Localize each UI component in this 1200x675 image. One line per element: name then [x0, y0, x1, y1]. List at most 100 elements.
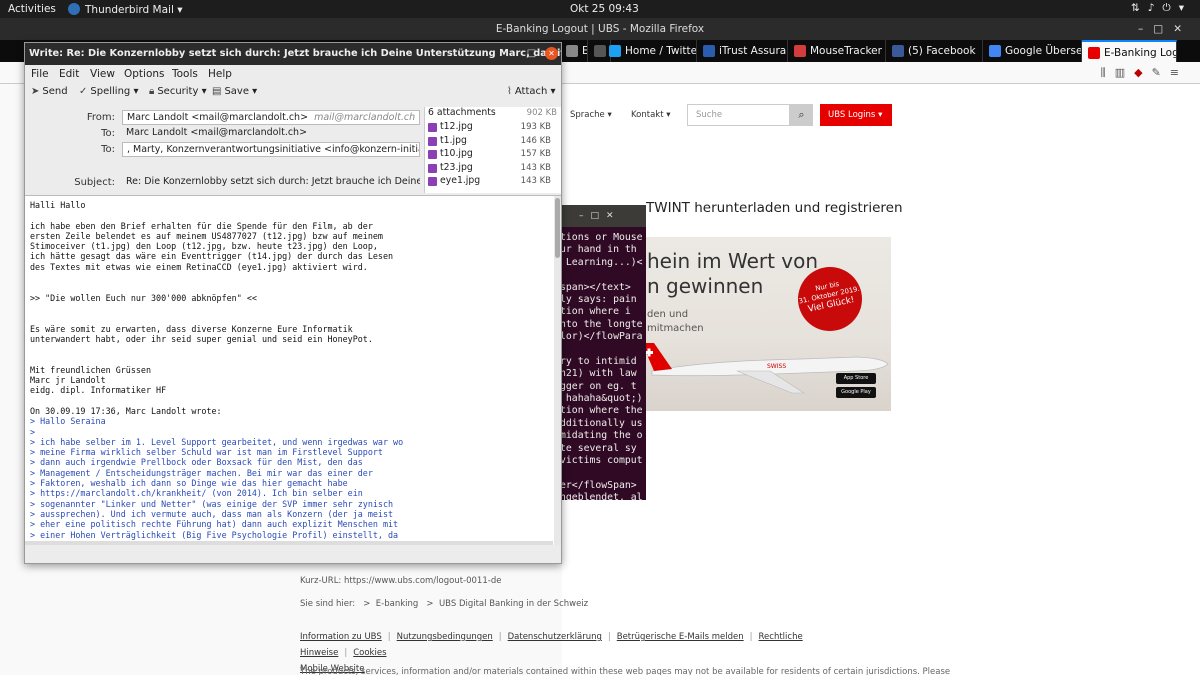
message-body-editor[interactable]: Halli Hallo ich habe eben den Brief erhal…: [25, 195, 561, 545]
lock-icon: 🔒︎: [149, 86, 155, 97]
attachment-size: 143 KB: [520, 162, 551, 173]
body-line: Stimoceiver (t1.jpg) den Loop (t12.jpg, …: [30, 241, 378, 252]
system-tray[interactable]: ⇅♪⏻▾: [1131, 2, 1192, 15]
search-input[interactable]: Suche: [687, 104, 790, 126]
quoted-line: > Management / Entscheidungsträger mache…: [30, 467, 373, 478]
attachment-header[interactable]: 6 attachments 902 KB: [425, 107, 561, 121]
store-badges[interactable]: App Store Google Play: [836, 373, 876, 401]
menu-item[interactable]: Help: [208, 68, 232, 80]
terminal-output[interactable]: tions or Mouse ur hand in th Learning...)…: [557, 227, 646, 500]
browser-tab[interactable]: EG: [560, 40, 588, 62]
library-icon[interactable]: ⫼: [1101, 66, 1115, 79]
nav-kontakt[interactable]: Kontakt ▾: [631, 110, 671, 120]
menu-item[interactable]: File: [31, 68, 49, 80]
minimize-icon[interactable]: –: [579, 211, 591, 221]
message-body-text[interactable]: Halli Hallo ich habe eben den Brief erhal…: [25, 196, 561, 545]
footer-link[interactable]: Betrügerische E-Mails melden: [617, 632, 744, 642]
attachment-item[interactable]: t23.jpg 143 KB: [425, 162, 561, 176]
footer-link[interactable]: Nutzungsbedingungen: [397, 632, 493, 642]
browser-tab[interactable]: E-Banking Logout: [1082, 40, 1177, 62]
menu-icon[interactable]: ≡: [1170, 66, 1188, 79]
terminal-window[interactable]: –□✕ tions or Mouse ur hand in th Learning…: [557, 205, 646, 500]
app-store-badge[interactable]: App Store: [836, 373, 876, 384]
compose-status-bar: [25, 545, 561, 563]
browser-tab[interactable]: Google Übersetzer: [983, 40, 1082, 62]
twint-heading[interactable]: TWINT herunterladen und registrieren: [646, 200, 903, 216]
minimize-icon[interactable]: –: [1138, 23, 1153, 35]
breadcrumb-item-digital-banking[interactable]: UBS Digital Banking in der Schweiz: [439, 599, 588, 609]
body-scrollbar[interactable]: [554, 196, 561, 545]
attachment-size: 193 KB: [520, 122, 551, 132]
quoted-line: >: [30, 426, 36, 437]
menu-item[interactable]: View: [90, 68, 115, 80]
tab-label: Home / Twitter: [625, 45, 697, 57]
promo-headline-1: hein im Wert von: [647, 249, 819, 273]
maximize-icon[interactable]: □: [591, 211, 607, 221]
to-field-1[interactable]: Marc Landolt <mail@marclandolt.ch>: [122, 126, 420, 141]
body-line: [30, 313, 561, 323]
nav-sprache[interactable]: Sprache ▾: [570, 110, 612, 120]
tab-label: (5) Facebook: [908, 45, 976, 57]
toolbar-icons[interactable]: ⫼▥◆✎≡: [1101, 66, 1188, 80]
terminal-line: lor)</flowPara: [560, 331, 643, 343]
from-select[interactable]: Marc Landolt <mail@marclandolt.ch> mail@…: [122, 110, 420, 125]
search-icon[interactable]: ⌕: [790, 104, 813, 126]
minimize-icon[interactable]: –: [510, 43, 515, 65]
footer-link[interactable]: Cookies: [353, 648, 386, 658]
ublock-icon[interactable]: ◆: [1134, 66, 1151, 79]
security-button[interactable]: 🔒︎ Security ▾: [149, 86, 207, 97]
body-line: Es wäre somit zu erwarten, dass diverse …: [30, 323, 353, 334]
sidebar-icon[interactable]: ▥: [1115, 66, 1134, 79]
breadcrumb-label: Sie sind hier:: [300, 599, 356, 609]
menu-item[interactable]: Tools: [172, 68, 198, 80]
footer-link[interactable]: Information zu UBS: [300, 632, 382, 642]
scrollbar-thumb[interactable]: [555, 198, 560, 258]
attachment-item[interactable]: t1.jpg 146 KB: [425, 135, 561, 149]
attachment-item[interactable]: t10.jpg 157 KB: [425, 148, 561, 162]
body-line: Mit freundlichen Grüssen: [30, 364, 152, 375]
clock[interactable]: Okt 25 09:43: [570, 3, 639, 15]
attachment-item[interactable]: t12.jpg 193 KB: [425, 121, 561, 135]
body-line: >> "Die wollen Euch nur 300'000 abknöpfe…: [30, 292, 257, 303]
spelling-button[interactable]: ✓ Spelling ▾: [79, 86, 138, 97]
breadcrumb-item-ebanking[interactable]: E-banking: [376, 599, 419, 609]
maximize-icon[interactable]: □: [1153, 23, 1173, 35]
to-field-2[interactable]: , Marty, Konzernverantwortungsinitiative…: [122, 142, 420, 157]
terminal-titlebar[interactable]: –□✕: [557, 205, 646, 227]
attachment-pane[interactable]: 6 attachments 902 KB t12.jpg 193 KB t1.jpg…: [424, 107, 561, 193]
to-label-1: To:: [101, 128, 115, 139]
security-label: Security: [157, 86, 199, 97]
compose-titlebar[interactable]: Write: Re: Die Konzernlobby setzt sich d…: [25, 43, 561, 65]
quoted-line: > Hallo Seraina: [30, 416, 106, 427]
short-url-value[interactable]: https://www.ubs.com/logout-0011-de: [344, 576, 501, 586]
menu-item[interactable]: Edit: [59, 68, 79, 80]
attachment-item[interactable]: eye1.jpg 143 KB: [425, 175, 561, 189]
nav-kontakt-label: Kontakt: [631, 110, 664, 120]
menu-item[interactable]: Options: [124, 68, 165, 80]
extension-icon[interactable]: ✎: [1152, 66, 1170, 79]
google-play-badge[interactable]: Google Play: [836, 387, 876, 398]
quoted-line: > dann auch irgendwie Prellbock oder Box…: [30, 457, 363, 468]
browser-tab[interactable]: MouseTracker: [788, 40, 886, 62]
subject-field[interactable]: Re: Die Konzernlobby setzt sich durch: J…: [122, 175, 420, 190]
app-menu[interactable]: Thunderbird Mail ▾: [68, 3, 182, 16]
browser-tab[interactable]: (5) Facebook: [886, 40, 983, 62]
browser-tab[interactable]: Home / Twitter: [603, 40, 697, 62]
activities-button[interactable]: Activities: [8, 3, 56, 15]
close-icon[interactable]: ✕: [606, 211, 621, 221]
terminal-line: tion where the: [560, 405, 643, 417]
ubs-logins-button[interactable]: UBS Logins ▾: [820, 104, 892, 126]
maximize-icon[interactable]: □: [527, 43, 536, 65]
body-line: [30, 282, 561, 292]
close-icon[interactable]: ✕: [1173, 23, 1192, 35]
quoted-line: > sogenannter "Linker und Netter" (was e…: [30, 498, 394, 509]
firefox-window-controls[interactable]: –□✕: [1138, 18, 1192, 40]
footer-link[interactable]: Datenschutzerklärung: [508, 632, 602, 642]
ubs-web-page: Sprache ▾ Kontakt ▾ Suche ⌕ UBS Logins ▾…: [300, 84, 1200, 675]
tab-favicon-icon: [989, 45, 1001, 57]
save-button[interactable]: ▤ Save ▾: [212, 86, 257, 97]
close-icon[interactable]: ✕: [545, 47, 558, 60]
send-button[interactable]: ➤ Send: [31, 86, 68, 97]
browser-tab[interactable]: iTrust Assurance: [697, 40, 788, 62]
attach-button[interactable]: ⌇ Attach ▾: [507, 86, 556, 97]
